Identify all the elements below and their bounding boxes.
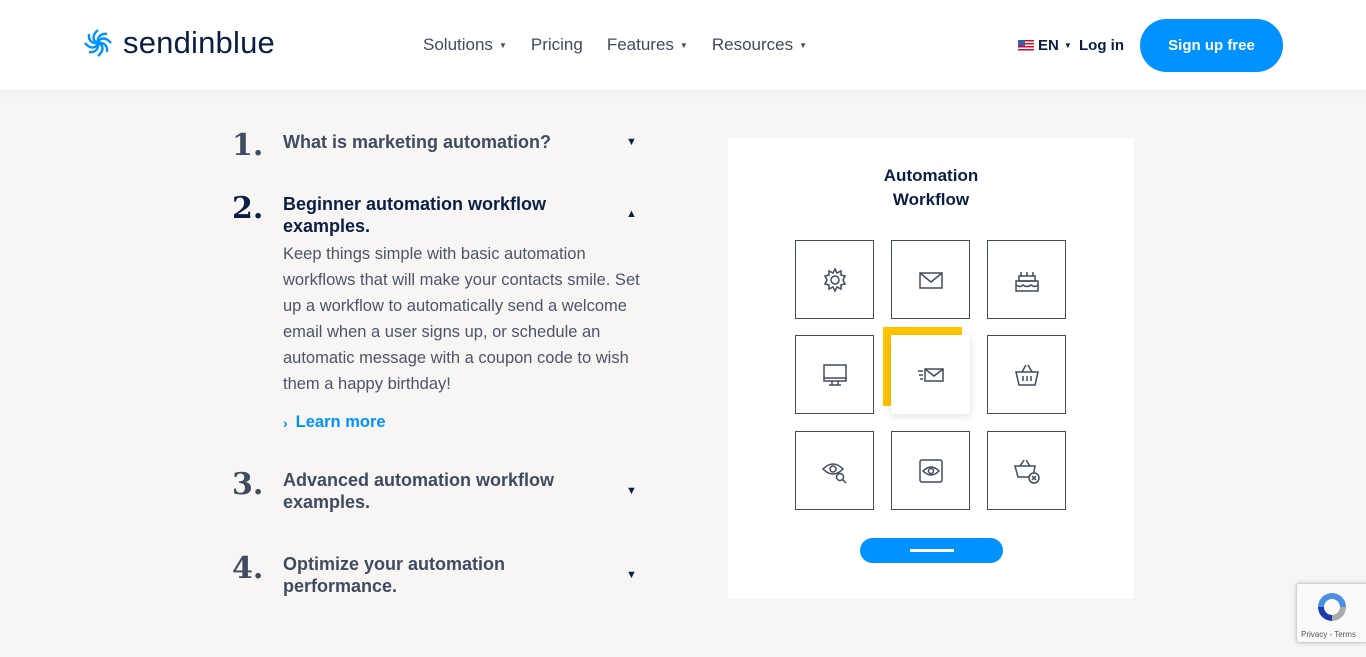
brand-logo[interactable]: sendinblue [82,25,275,61]
nav-pricing[interactable]: Pricing [531,35,583,55]
nav-solutions[interactable]: Solutions ▼ [423,35,507,55]
chevron-right-icon: › [283,414,288,431]
sending-envelope-icon [917,367,944,382]
eye-screen-tile [891,431,970,510]
illustration-title: Automation Workflow [728,164,1134,212]
us-flag-icon [1018,40,1034,51]
nav-label: Solutions [423,35,493,54]
caret-down-icon: ▼ [1063,41,1072,50]
accordion-title: What is marketing automation? [283,132,552,152]
recaptcha-links[interactable]: Privacy - Terms [1301,630,1356,639]
monitor-icon [822,363,847,386]
gear-icon [823,266,846,293]
step-number: 1. [232,128,264,163]
language-selector[interactable]: EN ▼ [1018,37,1072,54]
title-line-2: Workflow [892,190,970,209]
basket-remove-icon [1013,459,1040,484]
gear-tile [795,240,874,319]
accordion-title: Optimize your automation performance. [283,554,506,596]
nav-label: Features [606,35,674,54]
triangle-up-icon: ▲ [626,208,637,220]
accordion-title: Advanced automation workflow examples. [283,470,555,512]
monitor-tile [795,335,874,414]
caret-down-icon: ▼ [498,40,507,50]
learn-more-label: Learn more [295,413,386,431]
envelope-tile [891,240,970,319]
nav-label: Resources [711,35,794,54]
site-header: sendinblue Solutions ▼ Pricing Features … [0,0,1366,90]
eye-search-icon [821,462,847,484]
brand-name: sendinblue [123,25,275,60]
cta-pill [860,538,1003,563]
step-number: 3. [232,467,264,502]
title-line-1: Automation [883,166,979,185]
pill-line [909,549,954,552]
sending-envelope-tile [891,335,970,414]
nav-label: Pricing [530,35,583,54]
basket-tile [987,335,1066,414]
step-number: 2. [232,191,264,226]
triangle-down-icon: ▼ [626,569,637,581]
accordion-body-text: Keep things simple with basic automation… [283,245,640,393]
signup-button[interactable]: Sign up free [1140,19,1283,72]
basket-icon [1014,364,1039,386]
automation-workflow-illustration: Automation Workflow [728,138,1134,599]
learn-more-link[interactable]: › Learn more [283,413,386,432]
envelope-icon [918,271,943,289]
language-label: EN [1038,37,1059,54]
recaptcha-badge[interactable]: Privacy - Terms [1296,583,1366,643]
basket-remove-tile [987,431,1066,510]
triangle-down-icon: ▼ [626,485,637,497]
main-nav: Solutions ▼ Pricing Features ▼ Resources… [423,35,831,55]
eye-screen-icon [918,458,943,483]
accordion-item-2[interactable]: 2. Beginner automation workflow examples… [232,191,642,451]
nav-resources[interactable]: Resources ▼ [712,35,807,55]
caret-down-icon: ▼ [799,40,808,50]
login-link[interactable]: Log in [1079,37,1124,54]
sendinblue-logo-icon [84,29,112,57]
caret-down-icon: ▼ [679,40,688,50]
nav-features[interactable]: Features ▼ [607,35,688,55]
accordion-title: Beginner automation workflow examples. [283,194,547,236]
triangle-down-icon: ▼ [626,136,637,148]
cake-tile [987,240,1066,319]
cake-icon [1014,271,1039,292]
step-number: 4. [232,551,264,586]
recaptcha-icon [1318,593,1346,621]
eye-search-tile [795,431,874,510]
